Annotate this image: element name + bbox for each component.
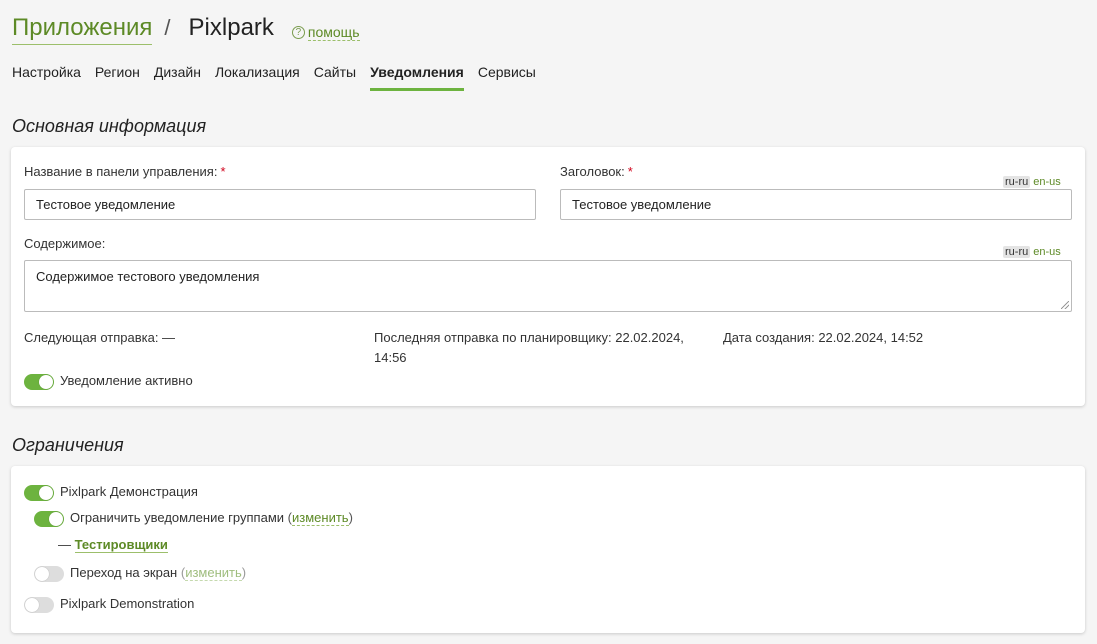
- content-textarea[interactable]: Содержимое тестового уведомления: [24, 260, 1072, 312]
- created-date-info: Дата создания: 22.02.2024, 14:52: [723, 330, 924, 345]
- help-link[interactable]: ? помощь: [291, 24, 360, 41]
- toggle-knob: [39, 375, 53, 389]
- demo-en-toggle[interactable]: [24, 597, 54, 613]
- toggle-knob: [39, 486, 53, 500]
- required-mark: *: [220, 164, 226, 179]
- locale-en-us[interactable]: en-us: [1033, 176, 1061, 188]
- basic-info-card: Название в панели управления: * Тестовое …: [11, 147, 1085, 406]
- restrict-groups-label: Ограничить уведомление группами: [70, 510, 285, 525]
- title-locale-switch: ru-ru en-us: [1003, 176, 1061, 188]
- section-title-restrictions: Ограничения: [12, 435, 124, 455]
- group-testers-link[interactable]: Тестировщики: [74, 537, 168, 553]
- content-text: Содержимое тестового уведомления: [36, 269, 260, 284]
- restrictions-card: Pixlpark Демонстрация Ограничить уведомл…: [11, 466, 1085, 633]
- tab-services[interactable]: Сервисы: [478, 64, 536, 91]
- required-mark: *: [627, 164, 633, 179]
- restrict-groups-row: Ограничить уведомление группами (изменит…: [70, 510, 353, 526]
- help-circle-icon: ?: [291, 26, 305, 39]
- section-title-basic-info: Основная информация: [12, 116, 207, 136]
- notification-active-label: Уведомление активно: [60, 373, 193, 388]
- tab-design[interactable]: Дизайн: [154, 64, 201, 91]
- locale-ru-ru[interactable]: ru-ru: [1003, 176, 1031, 188]
- toggle-knob: [25, 598, 39, 612]
- restrict-groups-toggle[interactable]: [34, 511, 64, 527]
- screen-transition-label: Переход на экран: [70, 565, 178, 580]
- last-scheduled-send-info: Последняя отправка по планировщику: 22.0…: [374, 330, 684, 365]
- tab-region[interactable]: Регион: [95, 64, 140, 91]
- locale-ru-ru[interactable]: ru-ru: [1003, 246, 1031, 258]
- toggle-knob: [35, 567, 49, 581]
- group-dash: —: [58, 537, 71, 552]
- notification-active-toggle[interactable]: [24, 374, 54, 390]
- title-field-label: Заголовок: *: [560, 164, 633, 179]
- demo-toggle[interactable]: [24, 485, 54, 501]
- tabs-bar: Настройка Регион Дизайн Локализация Сайт…: [12, 64, 550, 91]
- help-label: помощь: [307, 24, 360, 41]
- content-locale-switch: ru-ru en-us: [1003, 246, 1061, 258]
- demo-en-label: Pixlpark Demonstration: [60, 596, 195, 611]
- name-input[interactable]: Тестовое уведомление: [24, 189, 536, 220]
- breadcrumb-apps-link[interactable]: Приложения: [12, 14, 153, 45]
- locale-en-us[interactable]: en-us: [1033, 246, 1061, 258]
- restrict-groups-change-link[interactable]: изменить: [292, 510, 349, 526]
- breadcrumb: Приложения / Pixlpark ? помощь: [12, 14, 360, 48]
- tab-sites[interactable]: Сайты: [314, 64, 356, 91]
- name-field-label: Название в панели управления: *: [24, 164, 226, 179]
- demo-label: Pixlpark Демонстрация: [60, 484, 198, 499]
- page-title: Pixlpark: [188, 14, 274, 41]
- toggle-knob: [49, 512, 63, 526]
- group-row: — Тестировщики: [58, 537, 168, 553]
- breadcrumb-separator: /: [164, 15, 171, 40]
- resize-grip-icon[interactable]: [1061, 301, 1069, 309]
- next-send-info: Следующая отправка: —: [24, 330, 176, 345]
- tab-notifications[interactable]: Уведомления: [370, 64, 464, 91]
- screen-transition-toggle[interactable]: [34, 566, 64, 582]
- content-field-label: Содержимое:: [24, 236, 106, 251]
- screen-transition-change-link[interactable]: изменить: [185, 565, 242, 581]
- screen-transition-row: Переход на экран (изменить): [70, 565, 247, 581]
- title-input[interactable]: Тестовое уведомление: [560, 189, 1072, 220]
- tab-localization[interactable]: Локализация: [215, 64, 300, 91]
- tab-settings[interactable]: Настройка: [12, 64, 81, 91]
